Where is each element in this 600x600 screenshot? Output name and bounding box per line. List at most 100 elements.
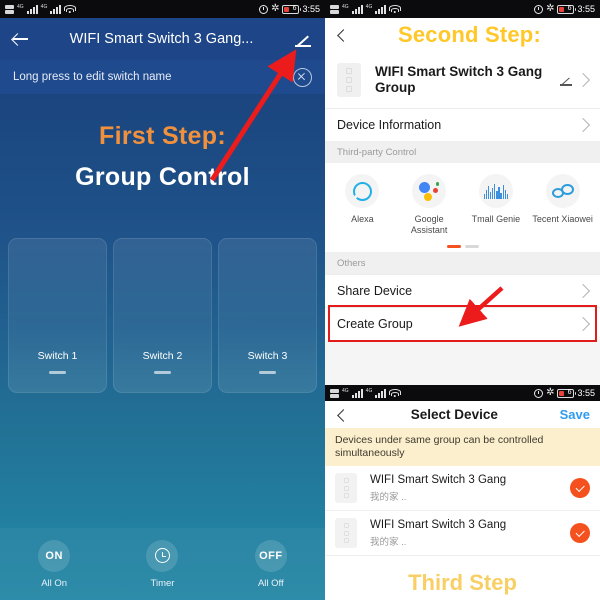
select-device-title: Select Device	[410, 407, 498, 422]
device-list-text: WIFI Smart Switch 3 Gang 我的家 ..	[370, 474, 570, 503]
page-title: WIFI Smart Switch 3 Gang...	[69, 31, 254, 47]
switch-toggle-handle[interactable]	[154, 371, 171, 374]
third-step-label: Third Step	[408, 570, 517, 595]
pagination-dot[interactable]	[464, 244, 479, 248]
all-on-button[interactable]: ON All On	[38, 539, 71, 589]
third-party-label: Tecent Xiaowei	[532, 214, 593, 224]
signal-bars-icon-1	[26, 4, 38, 14]
clock-icon	[146, 539, 179, 572]
pencil-icon	[558, 73, 573, 88]
battery-level-label: 6	[567, 389, 572, 396]
power-off-icon: OFF	[254, 539, 287, 572]
info-banner: Devices under same group can be controll…	[325, 428, 600, 466]
left-app-bar: WIFI Smart Switch 3 Gang...	[0, 18, 325, 60]
device-name: WIFI Smart Switch 3 Gang Group	[375, 64, 543, 95]
third-party-google-assistant[interactable]: Google Assistant	[396, 174, 463, 236]
close-icon[interactable]	[293, 67, 312, 87]
battery-level-label: 6	[567, 5, 572, 12]
alarm-icon	[534, 4, 544, 14]
device-list-name: WIFI Smart Switch 3 Gang	[370, 473, 507, 486]
create-group-row-wrapper: Create Group	[325, 305, 600, 342]
first-step-annotation: First Step: Group Control	[0, 122, 325, 192]
left-phone-screen: 4G 4G ✲ 6 3:55 WIFI Smart Switch 3 Gang.…	[0, 0, 325, 600]
all-on-label: All On	[41, 577, 68, 589]
network-type-label-2: 4G	[365, 3, 373, 10]
status-bar-clock: 3:55	[302, 4, 320, 14]
network-type-label-2: 4G	[40, 3, 48, 10]
status-bar-left: 4G 4G ✲ 6 3:55	[0, 0, 325, 18]
switch-toggle-handle[interactable]	[259, 371, 276, 374]
status-bar-clock: 3:55	[577, 388, 595, 398]
device-header: WIFI Smart Switch 3 Gang Group	[325, 52, 600, 108]
first-step-label: First Step:	[99, 122, 226, 150]
device-list-item-1[interactable]: WIFI Smart Switch 3 Gang 我的家 ..	[325, 466, 600, 511]
check-icon[interactable]	[570, 478, 590, 498]
switch-label: Switch 3	[247, 350, 288, 362]
tmall-genie-icon	[478, 174, 513, 208]
sim-cards-icon	[5, 4, 14, 14]
wifi-icon	[388, 4, 401, 14]
bottom-action-bar: ON All On Timer OFF All Off	[0, 528, 325, 600]
status-bar-right-icons: ✲ 6 3:55	[259, 4, 320, 14]
create-group-label: Create Group	[337, 317, 413, 331]
sim-cards-icon	[330, 4, 339, 14]
timer-button[interactable]: Timer	[146, 539, 179, 589]
pencil-icon[interactable]	[293, 29, 313, 49]
third-party-grid: Alexa Google Assistant Tmall Genie Tecen…	[325, 163, 600, 240]
signal-bars-icon-2	[375, 4, 387, 14]
third-party-section-header: Third-party Control	[325, 141, 600, 163]
right-app-bar: Second Step:	[325, 18, 600, 52]
battery-icon: 6	[557, 4, 577, 14]
switch-cards: Switch 1 Switch 2 Switch 3	[8, 238, 317, 393]
device-list-item-2[interactable]: WIFI Smart Switch 3 Gang 我的家 ..	[325, 511, 600, 556]
network-type-label-1: 4G	[342, 387, 349, 394]
right-phone-screen: 4G 4G ✲ 6 3:55 Second Step: WIFI Smart S…	[325, 0, 600, 600]
device-list-room: 我的家 ..	[370, 491, 407, 503]
hint-text: Long press to edit switch name	[13, 71, 172, 83]
device-list-name: WIFI Smart Switch 3 Gang	[370, 518, 507, 531]
chevron-left-icon[interactable]	[335, 408, 349, 422]
third-party-label: Alexa	[351, 214, 374, 224]
switch-card-2[interactable]: Switch 2	[113, 238, 212, 393]
switch-toggle-handle[interactable]	[49, 371, 66, 374]
switch-label: Switch 1	[37, 350, 78, 362]
alarm-icon	[534, 388, 544, 398]
edit-device-name-button[interactable]	[558, 72, 591, 88]
device-list-text: WIFI Smart Switch 3 Gang 我的家 ..	[370, 519, 570, 548]
check-icon[interactable]	[570, 523, 590, 543]
third-party-label: Google Assistant	[410, 214, 448, 235]
alarm-icon	[259, 4, 269, 14]
power-on-icon: ON	[38, 539, 71, 572]
switch-card-1[interactable]: Switch 1	[8, 238, 107, 393]
switch-device-icon	[335, 473, 357, 503]
back-arrow-icon[interactable]	[12, 30, 30, 48]
device-information-row[interactable]: Device Information	[325, 108, 600, 141]
chevron-right-icon	[575, 283, 591, 299]
third-party-tmall-genie[interactable]: Tmall Genie	[463, 174, 530, 236]
sim-cards-icon	[330, 388, 339, 398]
others-section-header: Others	[325, 252, 600, 274]
share-device-row[interactable]: Share Device	[325, 274, 600, 307]
switch-card-3[interactable]: Switch 3	[218, 238, 317, 393]
signal-bars-icon-2	[50, 4, 62, 14]
status-bar-clock: 3:55	[577, 4, 595, 14]
second-step-label: Second Step:	[398, 22, 541, 47]
network-type-label-2: 4G	[365, 387, 373, 394]
third-party-pagination[interactable]	[325, 240, 600, 252]
all-off-button[interactable]: OFF All Off	[254, 539, 287, 589]
chevron-right-icon	[575, 316, 591, 332]
chevron-right-icon	[575, 117, 591, 133]
save-button[interactable]: Save	[560, 407, 590, 422]
signal-bars-icon-1	[351, 388, 363, 398]
create-group-row[interactable]: Create Group	[325, 307, 600, 340]
third-party-alexa[interactable]: Alexa	[329, 174, 396, 236]
select-device-app-bar: Select Device Save	[325, 401, 600, 428]
pagination-dot-active[interactable]	[446, 244, 461, 248]
third-party-tencent-xiaowei[interactable]: Tecent Xiaowei	[529, 174, 596, 236]
select-device-screen: 4G 4G ✲ 6 3:55 Select Device Save Device…	[325, 385, 600, 600]
timer-label: Timer	[150, 577, 175, 589]
status-bar-left-icons: 4G 4G	[330, 387, 401, 398]
screenshot-root: 4G 4G ✲ 6 3:55 WIFI Smart Switch 3 Gang.…	[0, 0, 600, 600]
alexa-icon	[345, 174, 380, 208]
chevron-left-icon[interactable]	[335, 28, 349, 42]
